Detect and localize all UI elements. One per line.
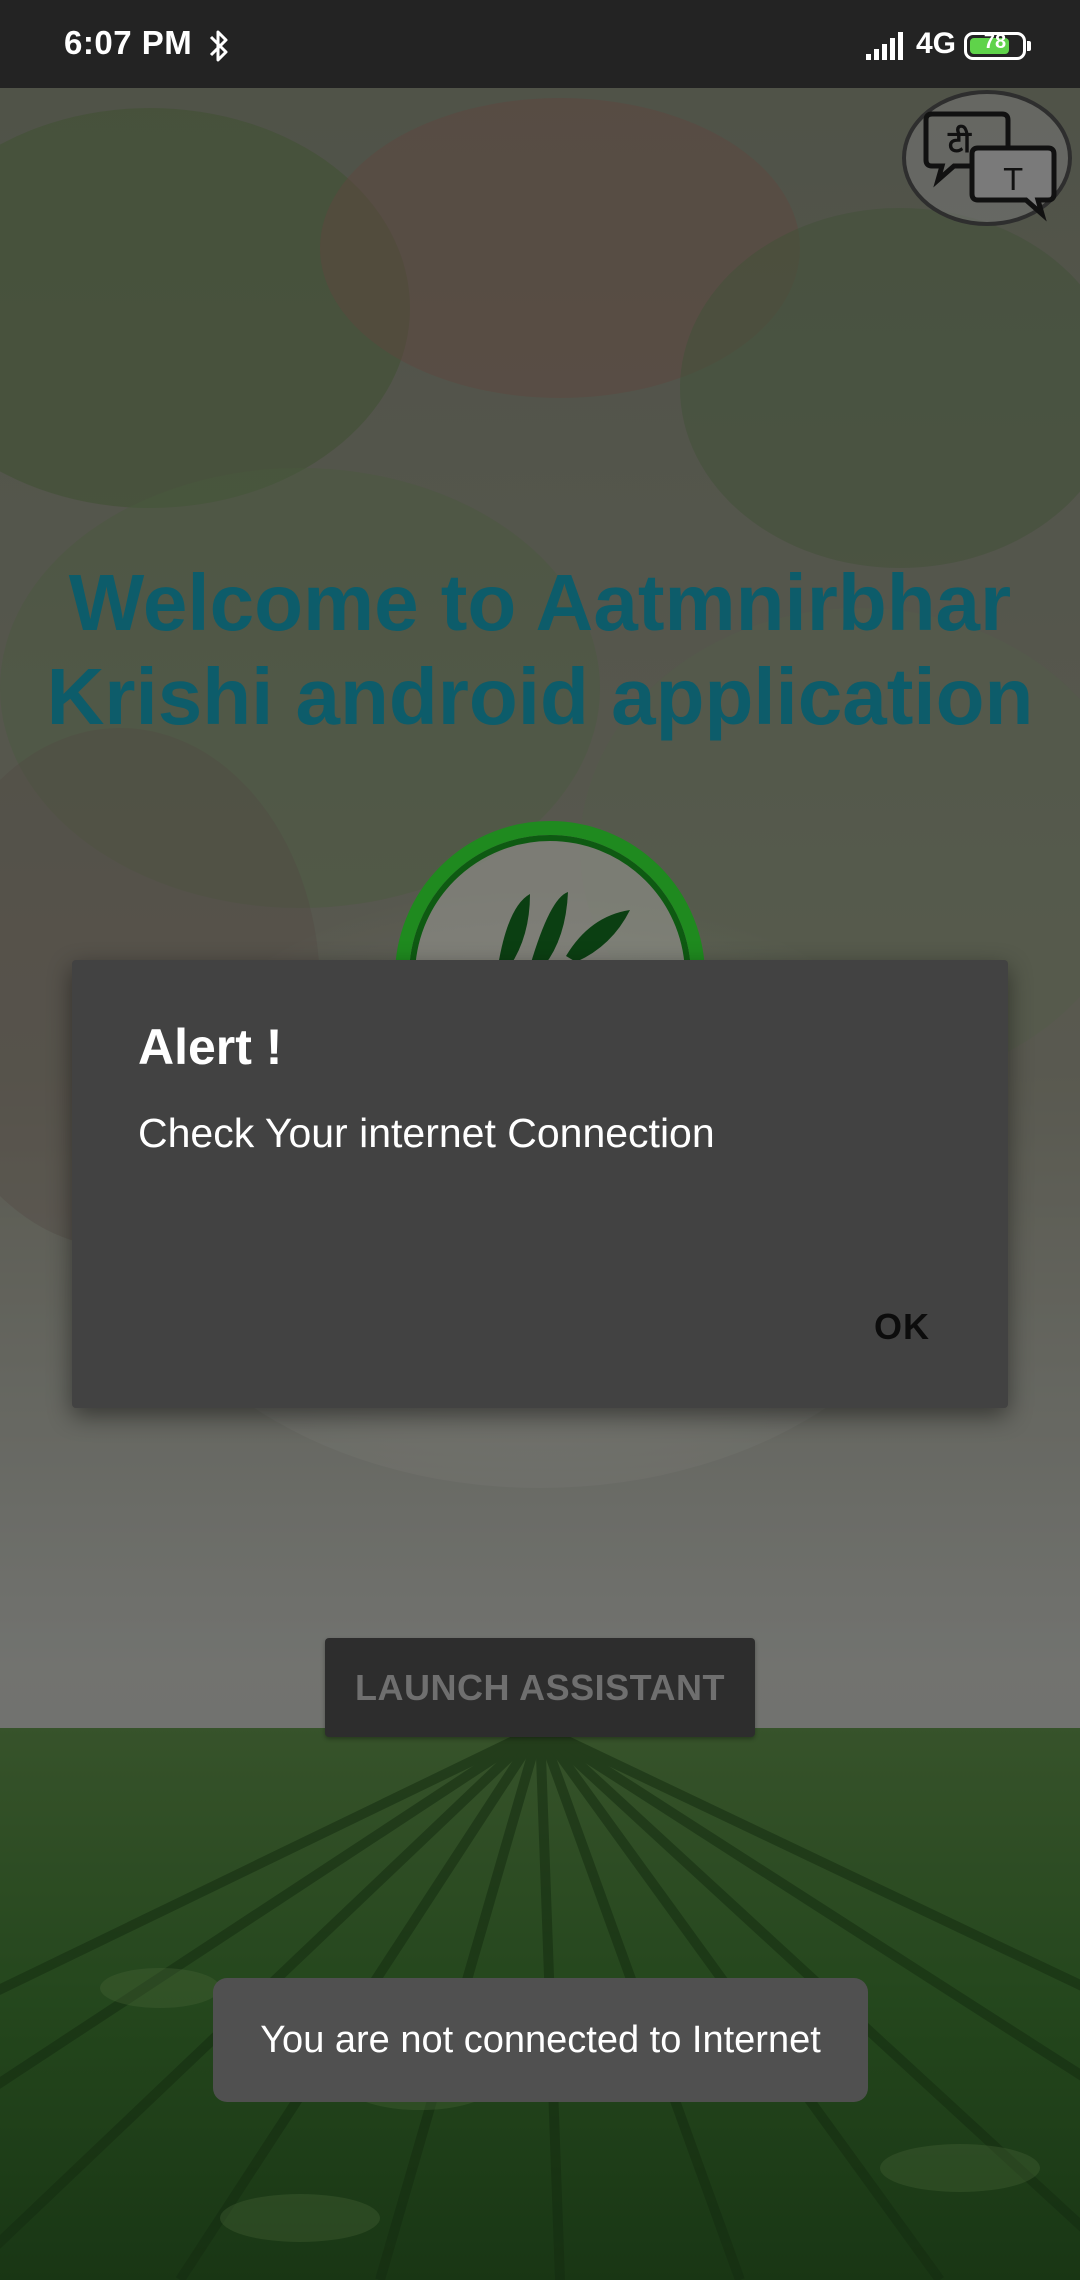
toast-message: You are not connected to Internet xyxy=(213,1978,868,2102)
battery-level: 78 xyxy=(983,31,1007,53)
translate-target-glyph: T xyxy=(1003,163,1023,198)
ok-button[interactable]: OK xyxy=(866,1300,938,1354)
translate-icon: टी T xyxy=(923,111,1057,222)
alert-message: Check Your internet Connection xyxy=(138,1110,715,1156)
battery-icon: 78 xyxy=(964,31,1031,60)
launch-assistant-button[interactable]: LAUNCH ASSISTANT xyxy=(325,1638,755,1737)
welcome-title: Welcome to Aatmnirbhar Krishi android ap… xyxy=(46,558,1034,741)
bluetooth-icon xyxy=(206,28,232,69)
app-screen: 6:07 PM 4G 78 टी T Welcome to Aatmnirbha… xyxy=(0,0,1080,2280)
alert-title: Alert ! xyxy=(138,1019,283,1075)
translate-button[interactable]: टी T xyxy=(902,90,1072,226)
network-type-label: 4G xyxy=(916,27,957,60)
status-time: 6:07 PM xyxy=(64,24,193,61)
signal-icon xyxy=(866,30,908,67)
alert-dialog: Alert ! Check Your internet Connection O… xyxy=(72,960,1008,1408)
status-bar: 6:07 PM 4G 78 xyxy=(0,0,1080,88)
battery-tip xyxy=(1027,41,1031,51)
translate-source-glyph: टी xyxy=(947,124,972,160)
